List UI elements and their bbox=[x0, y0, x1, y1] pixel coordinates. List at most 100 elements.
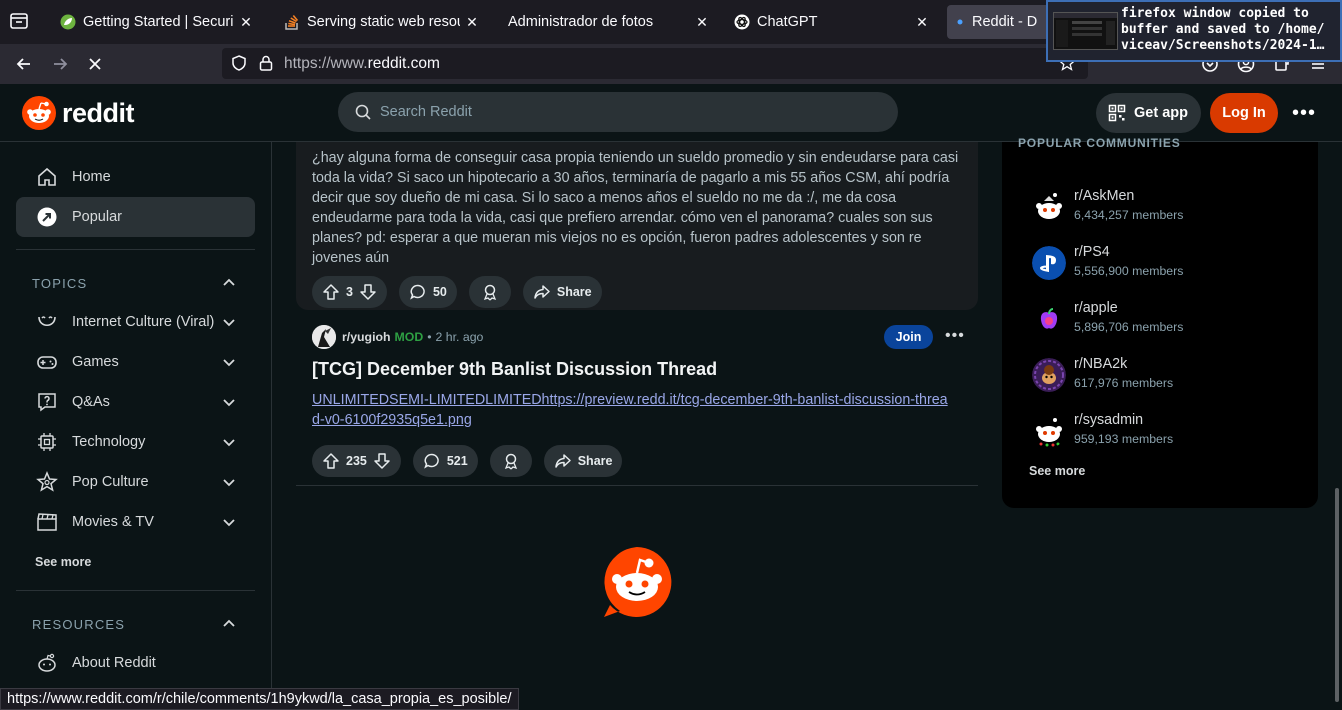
snoo-outline-icon bbox=[36, 652, 58, 674]
award-button[interactable] bbox=[489, 445, 532, 477]
chatgpt-icon bbox=[734, 14, 750, 30]
community-item[interactable]: r/apple 5,896,706 members bbox=[1032, 298, 1302, 338]
screenshot-notification: firefox window copied to buffer and save… bbox=[1046, 0, 1342, 62]
tab-list-icon[interactable] bbox=[8, 10, 30, 32]
snoo-logo-icon bbox=[22, 96, 56, 130]
chevron-down-icon[interactable] bbox=[221, 434, 237, 450]
tab-label: Administrador de fotos bbox=[508, 14, 654, 30]
resources-heading[interactable]: RESOURCES bbox=[32, 617, 125, 632]
search-input[interactable]: Search Reddit bbox=[338, 92, 898, 132]
chevron-up-icon[interactable] bbox=[221, 275, 237, 291]
join-button[interactable]: Join bbox=[884, 325, 933, 349]
close-icon[interactable]: ✕ bbox=[238, 14, 254, 30]
sidebar-item-popular[interactable]: Popular bbox=[16, 197, 255, 237]
get-app-button[interactable]: Get app bbox=[1096, 93, 1201, 133]
upvote-icon[interactable] bbox=[322, 283, 340, 301]
mod-badge: MOD bbox=[394, 330, 424, 344]
share-icon bbox=[533, 283, 551, 301]
community-members: 617,976 members bbox=[1074, 376, 1174, 390]
post-card[interactable]: r/yugioh MOD • 2 hr. ago Join ••• [TCG] … bbox=[296, 316, 978, 486]
tab-label: Getting Started | Securing bbox=[83, 14, 234, 30]
sidebar-topic-qas[interactable]: Q&As bbox=[16, 382, 255, 422]
sidebar-topic-games[interactable]: Games bbox=[16, 342, 255, 382]
chevron-down-icon[interactable] bbox=[221, 394, 237, 410]
sidebar-item-label: Games bbox=[72, 354, 119, 370]
sidebar-topic-technology[interactable]: Technology bbox=[16, 422, 255, 462]
browser-tab[interactable]: Serving static web resour ✕ bbox=[276, 5, 488, 39]
chevron-down-icon[interactable] bbox=[221, 354, 237, 370]
post-overflow-icon[interactable]: ••• bbox=[945, 327, 965, 345]
share-button[interactable]: Share bbox=[543, 445, 623, 477]
community-members: 5,556,900 members bbox=[1074, 264, 1184, 278]
more-options-icon[interactable]: ••• bbox=[1292, 102, 1316, 125]
comments-button[interactable]: 50 bbox=[398, 276, 457, 308]
community-item[interactable]: r/sysadmin 959,193 members bbox=[1032, 410, 1302, 450]
sidebar-item-label: Home bbox=[72, 169, 111, 185]
close-icon[interactable]: ✕ bbox=[464, 14, 480, 30]
sidebar-item-about-reddit[interactable]: About Reddit bbox=[16, 643, 255, 683]
award-icon bbox=[479, 283, 501, 301]
downvote-icon[interactable] bbox=[359, 283, 377, 301]
back-arrow-icon[interactable] bbox=[14, 54, 34, 74]
chevron-down-icon[interactable] bbox=[221, 474, 237, 490]
vote-count: 235 bbox=[346, 454, 367, 468]
url-text[interactable]: https://www.reddit.com bbox=[284, 55, 440, 73]
page-scrollbar[interactable] bbox=[1335, 488, 1339, 702]
subreddit-avatar[interactable] bbox=[312, 325, 336, 349]
comments-button[interactable]: 521 bbox=[412, 445, 478, 477]
chevron-down-icon[interactable] bbox=[221, 514, 237, 530]
topics-heading[interactable]: TOPICS bbox=[32, 276, 87, 291]
spring-leaf-icon bbox=[60, 14, 76, 30]
community-item[interactable]: r/PS4 5,556,900 members bbox=[1032, 242, 1302, 282]
share-button[interactable]: Share bbox=[522, 276, 602, 308]
vote-control: 3 bbox=[312, 276, 387, 308]
chevron-up-icon[interactable] bbox=[221, 616, 237, 632]
downvote-icon[interactable] bbox=[373, 452, 391, 470]
browser-tab[interactable]: Getting Started | Securing ✕ bbox=[52, 5, 262, 39]
browser-tab-active[interactable]: Reddit - D bbox=[947, 5, 1051, 39]
tab-label: Serving static web resour bbox=[307, 14, 460, 30]
vote-control: 235 bbox=[312, 445, 401, 477]
post-card[interactable]: ¿hay alguna forma de conseguir casa prop… bbox=[296, 142, 978, 310]
qr-code-icon bbox=[1108, 104, 1126, 122]
reddit-logo[interactable]: reddit bbox=[22, 96, 135, 130]
sidebar-item-home[interactable]: Home bbox=[16, 157, 255, 197]
post-meta: r/yugioh MOD • 2 hr. ago bbox=[312, 325, 483, 349]
close-icon[interactable]: ✕ bbox=[914, 14, 930, 30]
community-item[interactable]: r/AskMen 6,434,257 members bbox=[1032, 186, 1302, 226]
vote-count: 3 bbox=[346, 285, 353, 299]
screenshot-thumbnail bbox=[1053, 12, 1118, 50]
post-link[interactable]: UNLIMITEDSEMI-LIMITEDLIMITEDhttps://prev… bbox=[312, 390, 952, 430]
forward-arrow-icon[interactable] bbox=[50, 54, 70, 74]
sidebar-item-label: Movies & TV bbox=[72, 514, 154, 530]
browser-tab[interactable]: Administrador de fotos ✕ bbox=[500, 5, 718, 39]
snoo-christmas-icon bbox=[1032, 414, 1066, 448]
tracking-shield-icon[interactable] bbox=[230, 54, 248, 72]
post-title[interactable]: [TCG] December 9th Banlist Discussion Th… bbox=[312, 359, 717, 380]
close-icon[interactable]: ✕ bbox=[694, 14, 710, 30]
get-app-label: Get app bbox=[1134, 105, 1188, 121]
subreddit-name[interactable]: r/yugioh bbox=[342, 330, 391, 344]
sidebar-topic-internet-culture[interactable]: Internet Culture (Viral) bbox=[16, 302, 255, 342]
stop-loading-icon[interactable] bbox=[85, 54, 105, 74]
url-bar[interactable]: https://www.reddit.com bbox=[222, 48, 1088, 79]
chevron-down-icon[interactable] bbox=[221, 314, 237, 330]
left-sidebar: Home Popular TOPICS Internet Culture (Vi… bbox=[0, 142, 272, 710]
communities-see-more-button[interactable]: See more bbox=[1029, 464, 1085, 478]
upvote-icon[interactable] bbox=[322, 452, 340, 470]
reddit-wordmark: reddit bbox=[62, 97, 135, 128]
browser-tab[interactable]: ChatGPT ✕ bbox=[726, 5, 938, 39]
comment-icon bbox=[409, 283, 427, 301]
community-item[interactable]: r/NBA2k 617,976 members bbox=[1032, 354, 1302, 394]
award-button[interactable] bbox=[468, 276, 511, 308]
sidebar-item-label: Internet Culture (Viral) bbox=[72, 314, 215, 330]
popular-arrow-icon bbox=[36, 206, 58, 228]
padlock-icon[interactable] bbox=[258, 54, 274, 72]
loading-snoo-icon bbox=[600, 545, 674, 619]
sidebar-topic-pop-culture[interactable]: Pop Culture bbox=[16, 462, 255, 502]
sidebar-topic-movies-tv[interactable]: Movies & TV bbox=[16, 502, 255, 542]
login-button[interactable]: Log In bbox=[1210, 93, 1278, 133]
chip-icon bbox=[36, 431, 58, 453]
community-name: r/NBA2k bbox=[1074, 356, 1128, 372]
topics-see-more-button[interactable]: See more bbox=[35, 555, 91, 569]
